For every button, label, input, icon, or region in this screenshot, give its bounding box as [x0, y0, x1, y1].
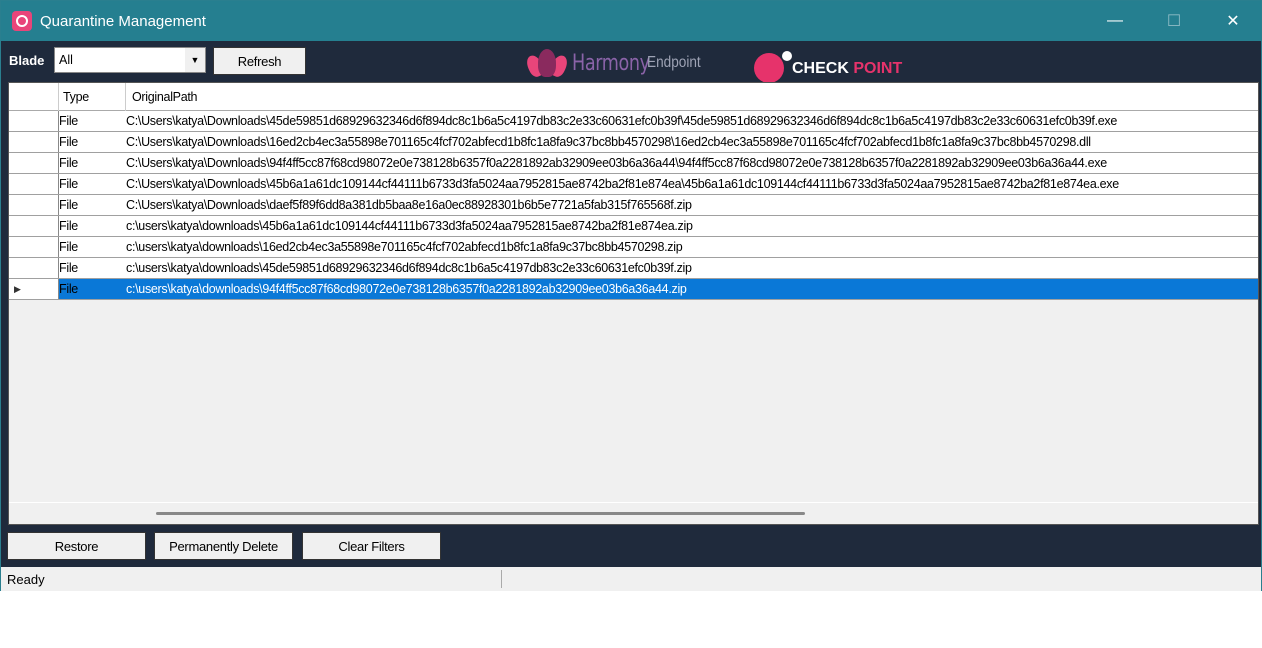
blade-label: Blade: [9, 53, 45, 68]
cell-original-path: c:\users\katya\downloads\45de59851d68929…: [126, 261, 692, 275]
cell-original-path: C:\Users\katya\Downloads\45b6a1a61dc1091…: [126, 177, 1119, 191]
grid-header: Type OriginalPath: [9, 83, 1258, 111]
table-row[interactable]: File c:\users\katya\downloads\45de59851d…: [9, 258, 1258, 279]
row-header[interactable]: [9, 111, 59, 131]
row-header[interactable]: [9, 237, 59, 257]
cell-original-path: c:\users\katya\downloads\16ed2cb4ec3a558…: [126, 240, 683, 254]
cell-type: File: [59, 114, 78, 128]
status-bar: Ready: [1, 567, 1261, 591]
app-search-icon: [12, 11, 32, 31]
harmony-endpoint-logo: Harmony Endpoint: [524, 49, 710, 79]
close-button[interactable]: ✕: [1204, 1, 1262, 41]
cell-type: File: [59, 177, 78, 191]
lotus-icon: [524, 49, 570, 79]
row-header[interactable]: [9, 216, 59, 236]
row-header[interactable]: [9, 132, 59, 152]
table-row[interactable]: File C:\Users\katya\Downloads\94f4ff5cc8…: [9, 153, 1258, 174]
table-row[interactable]: File C:\Users\katya\Downloads\daef5f89f6…: [9, 195, 1258, 216]
table-row[interactable]: File C:\Users\katya\Downloads\45de59851d…: [9, 111, 1258, 132]
row-pointer-icon: ▶: [14, 284, 21, 294]
column-header-type[interactable]: Type: [59, 83, 126, 111]
table-row[interactable]: File C:\Users\katya\Downloads\16ed2cb4ec…: [9, 132, 1258, 153]
quarantine-window: Quarantine Management — ☐ ✕ Blade All ▼ …: [0, 0, 1262, 591]
scrollbar-thumb[interactable]: [156, 512, 805, 515]
window-title: Quarantine Management: [40, 12, 206, 30]
maximize-button[interactable]: ☐: [1145, 1, 1203, 41]
check-point-logo: CHECK POINT: [754, 45, 902, 83]
blade-dropdown[interactable]: All ▼: [54, 47, 206, 73]
row-header[interactable]: [9, 195, 59, 215]
cell-type: File: [59, 198, 78, 212]
restore-button[interactable]: Restore: [7, 532, 146, 560]
row-header[interactable]: [9, 153, 59, 173]
blade-value: All: [59, 53, 73, 67]
chevron-down-icon[interactable]: ▼: [185, 48, 205, 72]
status-text: Ready: [7, 572, 45, 587]
cell-type: File: [59, 219, 78, 233]
table-row[interactable]: ▶ File c:\users\katya\downloads\94f4ff5c…: [9, 279, 1258, 300]
quarantine-grid[interactable]: Type OriginalPath File C:\Users\katya\Do…: [8, 82, 1259, 525]
cell-type: File: [59, 156, 78, 170]
row-header[interactable]: ▶: [9, 279, 59, 299]
cell-original-path: C:\Users\katya\Downloads\16ed2cb4ec3a558…: [126, 135, 1091, 149]
horizontal-scrollbar[interactable]: [9, 502, 1258, 524]
cell-original-path: C:\Users\katya\Downloads\daef5f89f6dd8a3…: [126, 198, 692, 212]
permanently-delete-button[interactable]: Permanently Delete: [154, 532, 293, 560]
cell-original-path: c:\users\katya\downloads\45b6a1a61dc1091…: [126, 219, 693, 233]
cell-type: File: [59, 240, 78, 254]
column-header-originalpath[interactable]: OriginalPath: [126, 83, 1258, 111]
title-bar: Quarantine Management — ☐ ✕: [1, 1, 1261, 41]
row-header[interactable]: [9, 258, 59, 278]
cell-original-path: C:\Users\katya\Downloads\45de59851d68929…: [126, 114, 1117, 128]
status-divider: [501, 570, 502, 588]
check-point-ball-icon: [754, 51, 792, 83]
table-row[interactable]: File c:\users\katya\downloads\16ed2cb4ec…: [9, 237, 1258, 258]
toolbar: Blade All ▼ Refresh Harmony Endpoint CHE…: [1, 45, 1261, 83]
row-header-corner: [9, 83, 59, 111]
cell-original-path: C:\Users\katya\Downloads\94f4ff5cc87f68c…: [126, 156, 1107, 170]
table-row[interactable]: File c:\users\katya\downloads\45b6a1a61d…: [9, 216, 1258, 237]
clear-filters-button[interactable]: Clear Filters: [302, 532, 441, 560]
refresh-button[interactable]: Refresh: [213, 47, 306, 75]
table-row[interactable]: File C:\Users\katya\Downloads\45b6a1a61d…: [9, 174, 1258, 195]
minimize-button[interactable]: —: [1086, 1, 1144, 41]
cell-type: File: [59, 135, 78, 149]
row-header[interactable]: [9, 174, 59, 194]
cell-type: File: [59, 261, 78, 275]
cell-original-path: c:\users\katya\downloads\94f4ff5cc87f68c…: [126, 282, 687, 296]
